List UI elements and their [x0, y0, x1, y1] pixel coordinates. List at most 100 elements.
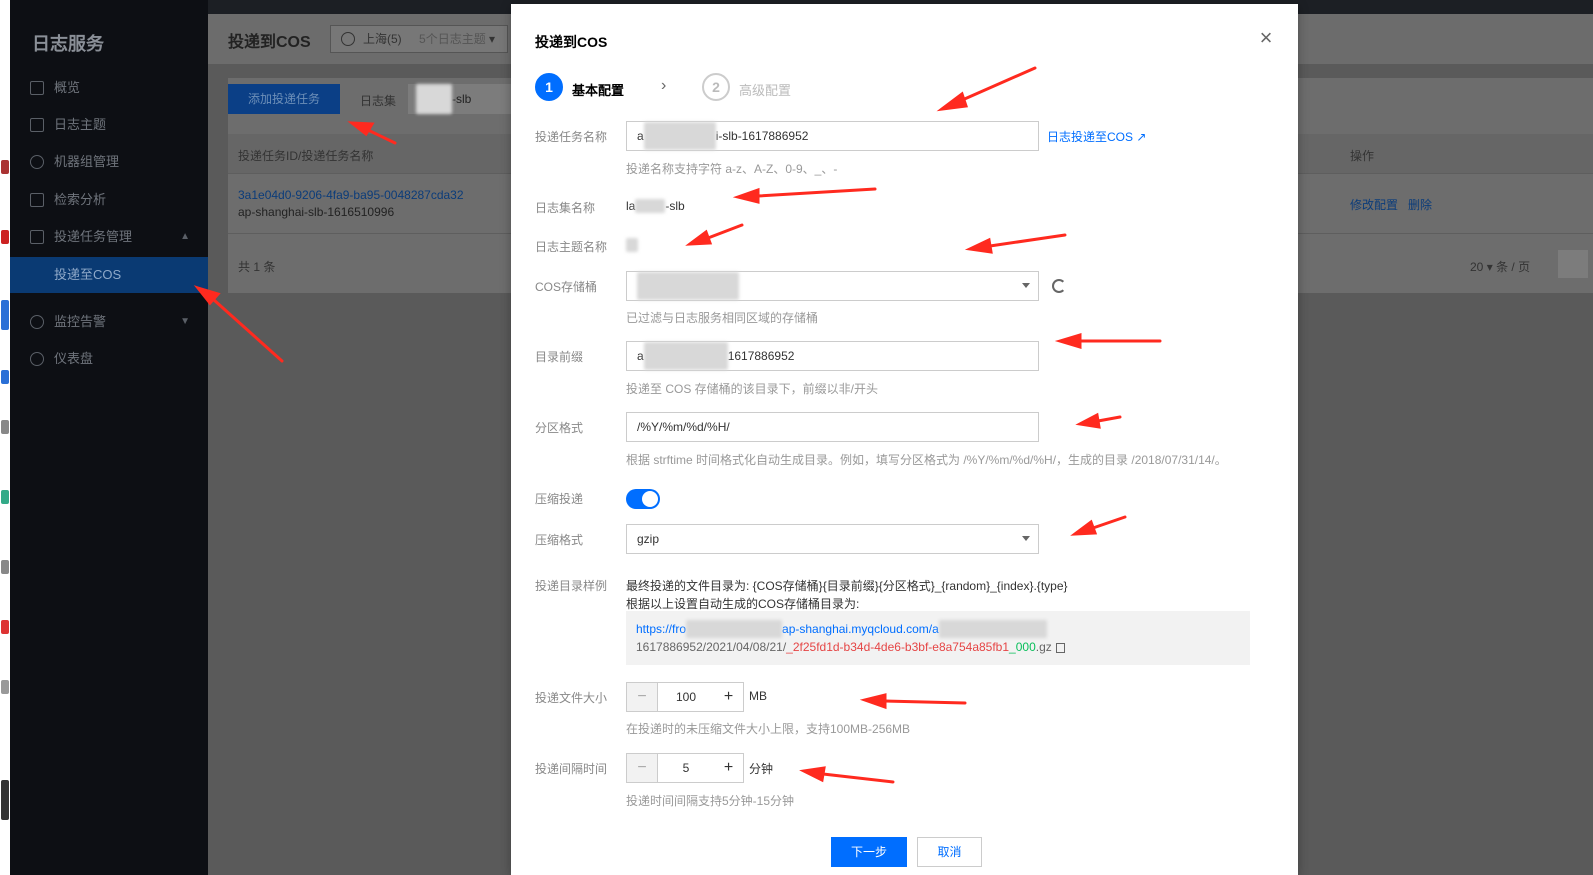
- sidebar-item-label: 日志主题: [54, 117, 107, 132]
- file-size-stepper: − 100 +: [626, 682, 744, 712]
- cancel-button[interactable]: 取消: [917, 837, 982, 867]
- sample-url-random: _2f25fd1d-b34d-4de6-b3bf-e8a754a85fb1: [786, 640, 1010, 654]
- copy-icon[interactable]: [1055, 642, 1065, 653]
- close-icon[interactable]: ×: [1256, 27, 1276, 49]
- compress-toggle-label: 压缩投递: [535, 492, 584, 506]
- add-task-button[interactable]: 添加投递任务: [228, 84, 340, 114]
- sample-url-start: https://fro: [636, 622, 687, 636]
- redacted-text: xx: [626, 238, 638, 252]
- sidebar-item-machine-groups[interactable]: 机器组管理: [10, 144, 208, 180]
- region-label: 上海(5): [363, 32, 402, 46]
- dir-prefix-start: a: [637, 349, 644, 363]
- logset-name-value: laxxxxx-slb: [626, 199, 685, 213]
- sidebar-item-label: 概览: [54, 80, 81, 95]
- box-icon: [30, 230, 44, 244]
- partition-format-input[interactable]: /%Y/%m/%d/%H/: [626, 412, 1039, 442]
- redacted-text: xxxxx: [635, 199, 666, 213]
- sidebar-item-topics[interactable]: 日志主题: [10, 107, 208, 143]
- globe-icon: [341, 32, 355, 46]
- monitor-icon: [30, 315, 44, 329]
- cos-bucket-hint: 已过滤与日志服务相同区域的存储桶: [626, 311, 819, 325]
- page-size-unit: 条 / 页: [1496, 260, 1531, 274]
- sample-url-date: /2021/04/08/21/: [702, 640, 787, 654]
- sidebar-item-dashboard[interactable]: 仪表盘: [10, 341, 208, 377]
- cos-bucket-select[interactable]: xxxxxxxxxxxxxxxxx: [626, 271, 1039, 301]
- topic-name-label: 日志主题名称: [535, 240, 608, 254]
- dir-prefix-hint: 投递至 COS 存储桶的该目录下，前缀以非/开头: [626, 382, 879, 396]
- sample-url-index: _000: [1009, 640, 1036, 654]
- edit-config-link[interactable]: 修改配置: [1350, 196, 1398, 213]
- chevron-right-icon: ›: [661, 77, 667, 94]
- sidebar-item-search[interactable]: 检索分析: [10, 182, 208, 218]
- interval-value[interactable]: 5: [657, 754, 715, 782]
- next-button[interactable]: 下一步: [831, 837, 907, 867]
- sidebar-item-shipping-tasks[interactable]: 投递任务管理 ▲: [10, 219, 208, 255]
- sidebar-item-label: 投递至COS: [54, 267, 122, 282]
- sidebar: 日志服务 概览 日志主题 机器组管理 检索分析 投递任务管理 ▲ 投递至COS …: [10, 0, 208, 875]
- desktop-edge-strip: [0, 0, 10, 875]
- topics-count: 5个日志主题: [419, 32, 486, 46]
- sample-path-box: https://froxxxxxxxxxxxxxxxxap-shanghai.m…: [626, 611, 1250, 665]
- task-name-input[interactable]: axxxxxxxxxxxxi-slb-1617886952: [626, 121, 1039, 151]
- ship-to-cos-modal: 投递到COS × 1 基本配置 › 2 高级配置 投递任务名称 axxxxxxx…: [511, 4, 1298, 875]
- pagination-control[interactable]: [1558, 250, 1588, 278]
- modal-title: 投递到COS: [535, 34, 608, 50]
- topic-name-value: xx: [626, 238, 638, 252]
- region-selector[interactable]: 上海(5) 5个日志主题 ▾: [330, 25, 508, 53]
- caret-down-icon: [1022, 536, 1030, 541]
- logset-filter-label: 日志集: [360, 94, 397, 108]
- task-id-link[interactable]: 3a1e04d0-9206-4fa9-ba95-0048287cda32: [238, 188, 464, 202]
- logset-suffix: -slb: [665, 199, 685, 213]
- sidebar-item-label: 检索分析: [54, 192, 107, 207]
- sample-url-id: 1617886952: [636, 640, 703, 654]
- increment-button[interactable]: +: [714, 754, 743, 782]
- document-icon: [30, 118, 44, 132]
- file-size-unit: MB: [749, 689, 767, 703]
- chevron-up-icon: ▲: [180, 231, 190, 242]
- compress-format-select[interactable]: gzip: [626, 524, 1039, 554]
- doc-link[interactable]: 日志投递至COS ↗: [1047, 128, 1146, 145]
- chevron-down-icon: ▾: [489, 32, 496, 46]
- decrement-button[interactable]: −: [627, 683, 657, 711]
- total-count: 共 1 条: [238, 260, 276, 274]
- step-label: 高级配置: [739, 83, 792, 98]
- sidebar-item-ship-to-cos[interactable]: 投递至COS: [10, 257, 208, 293]
- compress-format-label: 压缩格式: [535, 533, 584, 547]
- interval-label: 投递间隔时间: [535, 762, 608, 776]
- logset-filter-input[interactable]: xxxxxx-slb: [408, 84, 518, 114]
- redacted-text: xxxxxxxxxxxx: [643, 122, 716, 150]
- delete-link[interactable]: 删除: [1408, 196, 1432, 213]
- interval-unit: 分钟: [749, 762, 774, 776]
- sample-url-ext: .gz: [1035, 640, 1052, 654]
- file-size-value[interactable]: 100: [657, 683, 715, 711]
- task-name: ap-shanghai-slb-1616510996: [238, 205, 395, 219]
- redacted-text: xxxxxxxxxxxxxxxxx: [637, 272, 739, 300]
- compress-toggle[interactable]: [626, 489, 660, 509]
- logset-filter-value: -slb: [452, 92, 472, 106]
- partition-format-hint: 根据 strftime 时间格式化自动生成目录。例如，填写分区格式为 /%Y/%…: [626, 453, 1227, 467]
- sidebar-item-label: 仪表盘: [54, 351, 94, 366]
- step-label: 基本配置: [572, 83, 625, 98]
- search-icon: [30, 193, 44, 207]
- decrement-button[interactable]: −: [627, 754, 657, 782]
- page-title: 投递到COS: [228, 34, 311, 51]
- redacted-text: xxxxxxxxxxxxxx: [643, 342, 728, 370]
- dashboard-icon: [30, 352, 44, 366]
- task-name-prefix: a: [637, 129, 644, 143]
- logset-name-label: 日志集名称: [535, 201, 596, 215]
- refresh-icon[interactable]: [1052, 279, 1066, 293]
- increment-button[interactable]: +: [714, 683, 743, 711]
- partition-format-value: /%Y/%m/%d/%H/: [637, 420, 730, 434]
- page-size-selector[interactable]: 20 ▾ 条 / 页: [1470, 258, 1530, 275]
- sidebar-item-overview[interactable]: 概览: [10, 70, 208, 106]
- step-number: 1: [535, 73, 563, 101]
- redacted-text: xxxxxx: [416, 84, 452, 114]
- page-size-value: 20: [1470, 260, 1484, 274]
- dir-prefix-input[interactable]: axxxxxxxxxxxxxx1617886952: [626, 341, 1039, 371]
- sample-dir-line2: 根据以上设置自动生成的COS存储桶目录为:: [626, 597, 860, 611]
- step-number: 2: [702, 73, 730, 101]
- column-header-name: 投递任务ID/投递任务名称: [238, 149, 374, 163]
- column-header-ops: 操作: [1350, 149, 1375, 163]
- sidebar-item-monitoring[interactable]: 监控告警 ▼: [10, 304, 208, 340]
- task-name-label: 投递任务名称: [535, 130, 608, 144]
